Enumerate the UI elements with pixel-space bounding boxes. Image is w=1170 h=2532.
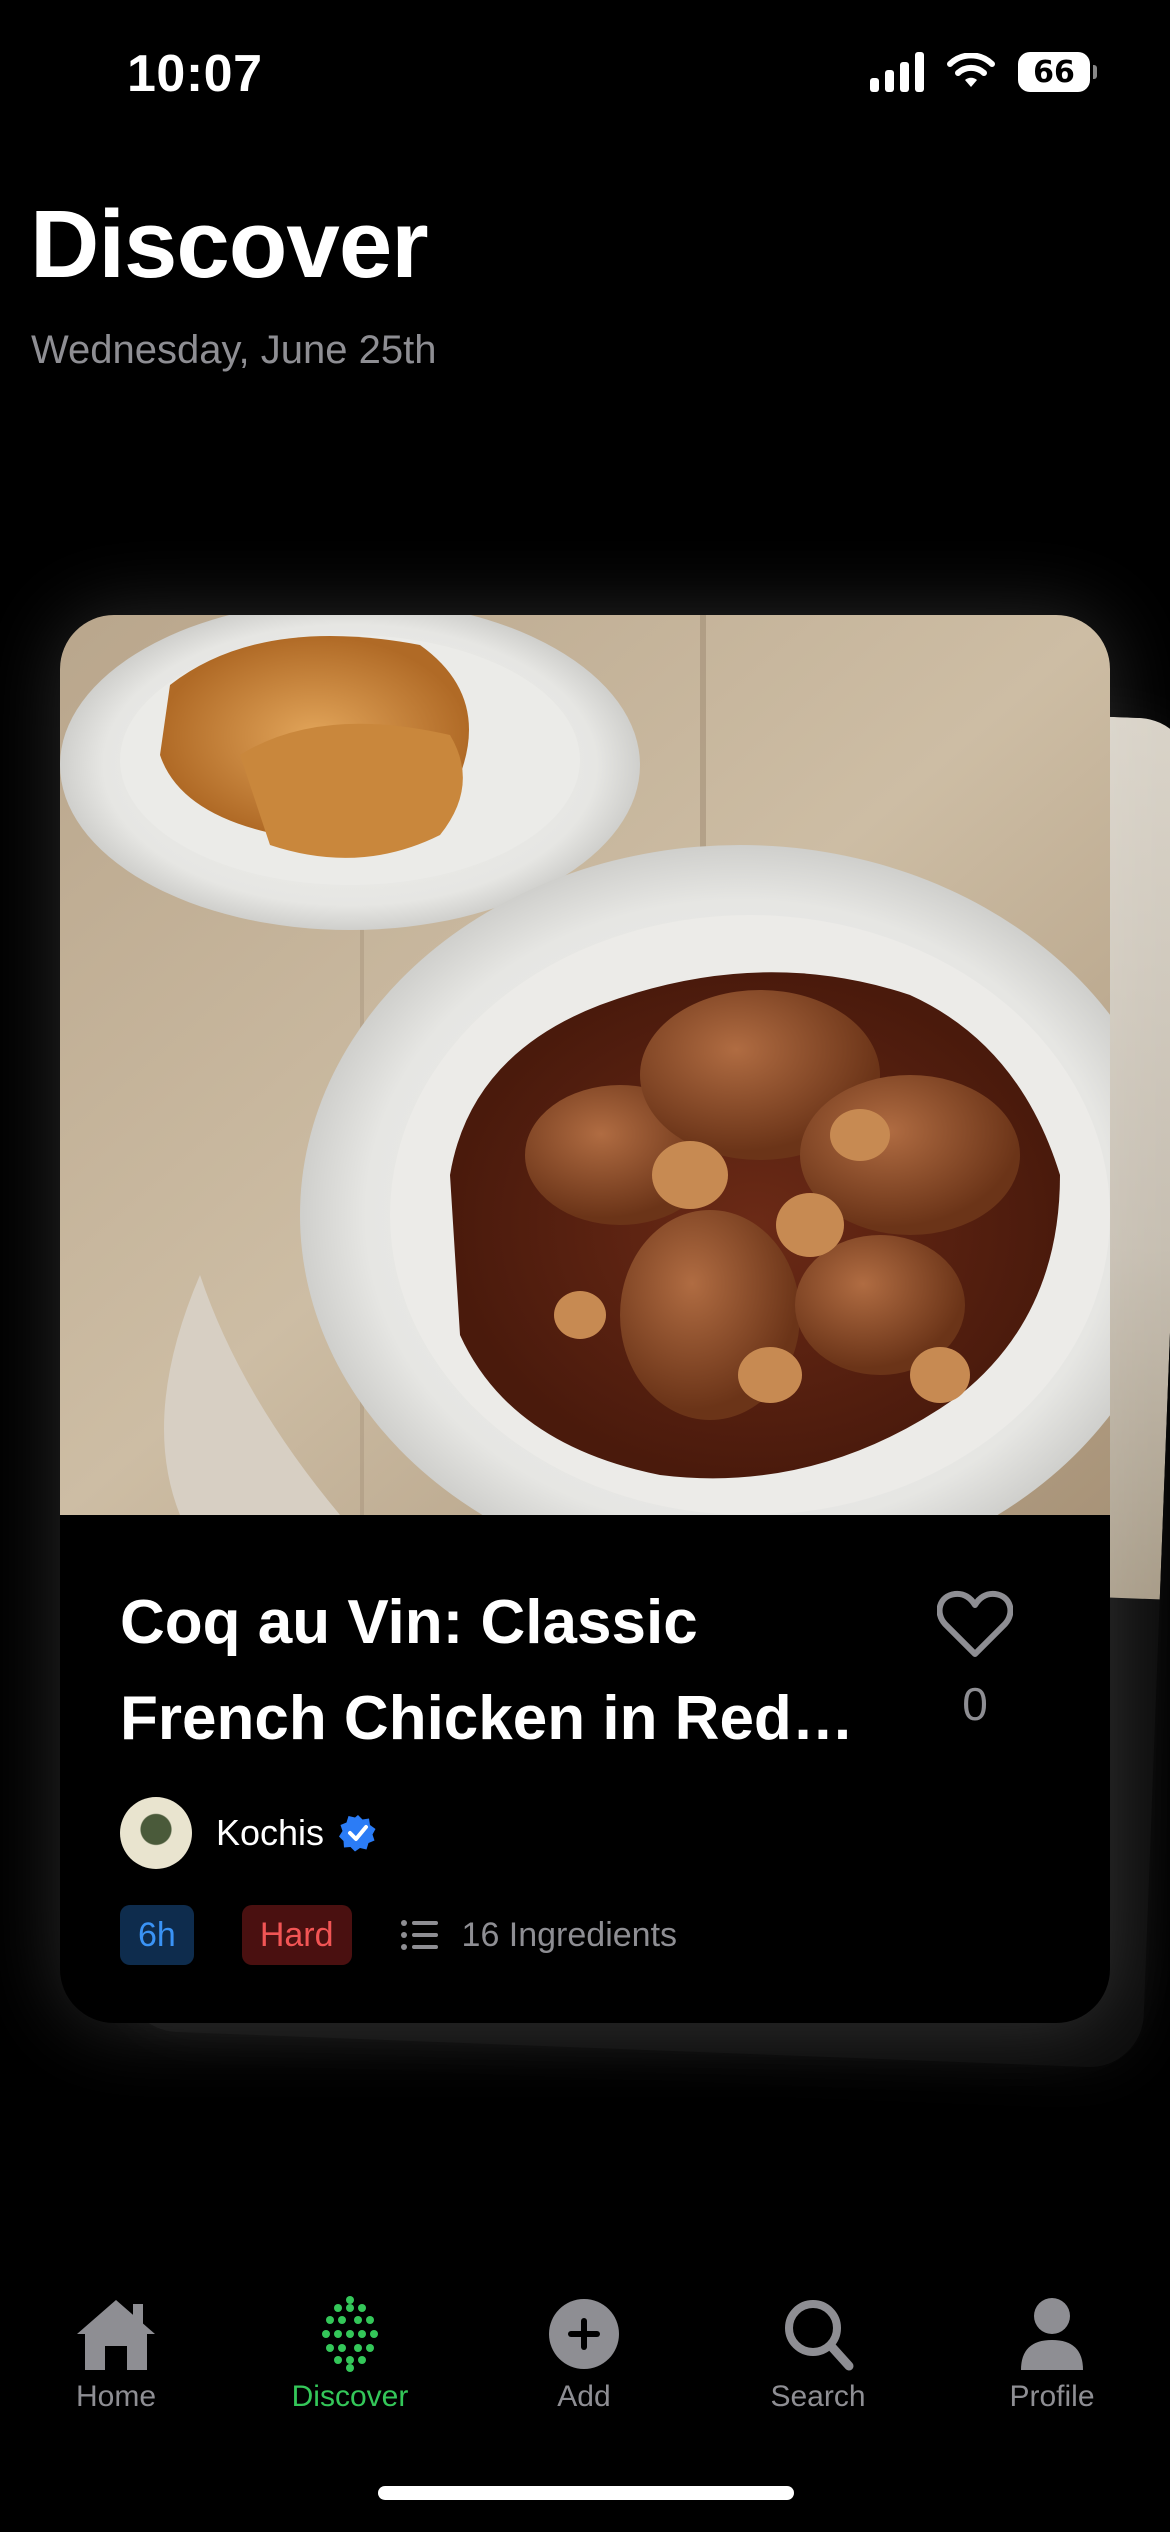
time-badge: 6h [120, 1905, 194, 1965]
tab-label-search: Search [770, 2380, 866, 2413]
recipe-meta: 6h Hard 16 Ingredients [120, 1905, 677, 1965]
wifi-icon [947, 53, 995, 87]
like-button[interactable]: 0 [920, 1590, 1030, 1731]
person-icon [1021, 2298, 1083, 2370]
tab-discover[interactable]: Discover [250, 2294, 450, 2414]
recipe-title[interactable]: Coq au Vin: Classic French Chicken in Re… [120, 1575, 880, 1767]
tab-label-add: Add [557, 2380, 611, 2413]
status-time: 10:07 [127, 45, 263, 103]
author-name[interactable]: Kochis [216, 1812, 324, 1854]
tab-add[interactable]: Add [484, 2294, 684, 2414]
difficulty-badge: Hard [241, 1905, 352, 1965]
plus-circle-icon [549, 2299, 619, 2369]
like-count: 0 [962, 1678, 988, 1730]
recipe-image [60, 615, 1110, 1515]
magnifier-icon [785, 2300, 854, 2371]
status-bar: 10:07 66 [0, 0, 1170, 150]
house-icon [77, 2300, 155, 2370]
recipe-card[interactable]: Coq au Vin: Classic French Chicken in Re… [60, 615, 1110, 2023]
tab-label-home: Home [75, 2380, 157, 2413]
list-icon [400, 1920, 438, 1950]
tab-label-discover: Discover [291, 2380, 409, 2413]
heart-icon[interactable] [936, 1590, 1014, 1658]
dots-grid-icon [322, 2296, 378, 2372]
status-icons: 66 [870, 52, 1097, 92]
cellular-signal-icon [870, 52, 924, 92]
tab-bar: Home Discover Add Search Profile [0, 2280, 1170, 2440]
tab-search[interactable]: Search [718, 2294, 918, 2414]
page-date: Wednesday, June 25th [31, 328, 437, 372]
tab-home[interactable]: Home [16, 2294, 216, 2414]
ingredients-count: 16 Ingredients [461, 1915, 678, 1954]
battery-icon: 66 [1018, 52, 1097, 92]
author-avatar[interactable] [120, 1797, 192, 1869]
verified-badge-icon [339, 1815, 376, 1852]
tab-profile[interactable]: Profile [952, 2294, 1152, 2414]
home-indicator[interactable] [378, 2486, 794, 2500]
page-title: Discover [30, 191, 429, 298]
author-row[interactable]: Kochis [120, 1797, 378, 1869]
tab-label-profile: Profile [1009, 2380, 1095, 2413]
